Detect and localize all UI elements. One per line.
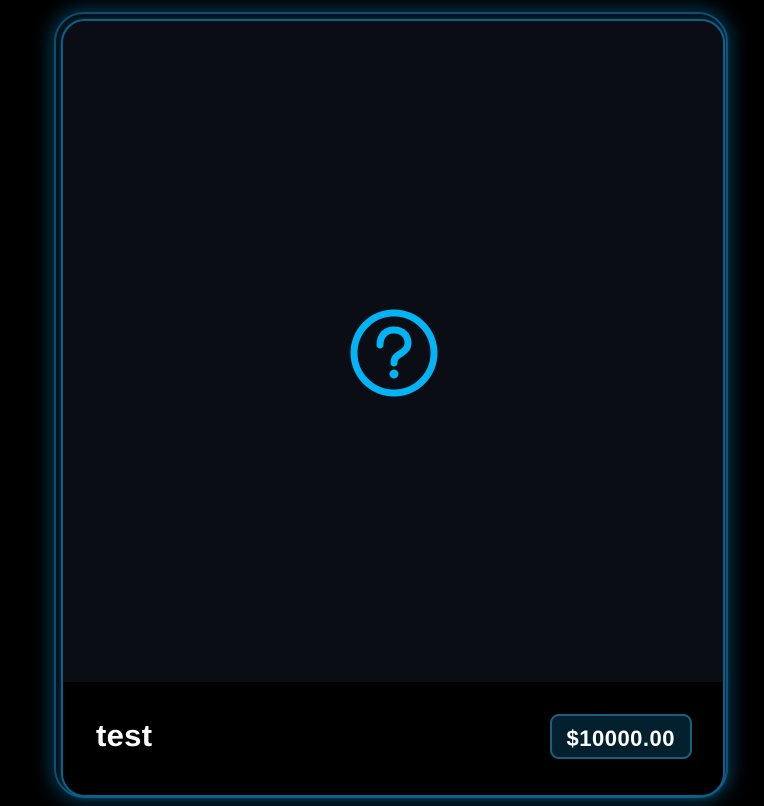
product-card[interactable]: test $10000.00 (61, 19, 725, 797)
card-footer: test $10000.00 (63, 682, 723, 795)
question-circle-icon (350, 309, 438, 397)
price-badge: $10000.00 (549, 714, 692, 759)
page: test $10000.00 (0, 0, 764, 806)
product-title: test (96, 718, 153, 753)
product-image-placeholder (63, 21, 723, 682)
